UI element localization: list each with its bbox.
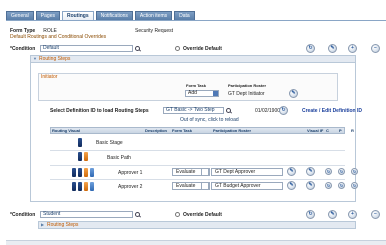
step2-visual-icon-3 [84, 182, 88, 191]
approver1-roster-button[interactable]: ✎ [287, 167, 296, 176]
row-divider [50, 165, 345, 166]
approver1-r-button[interactable]: ↻ [351, 168, 358, 175]
initiator-form-task-select[interactable]: Add [185, 90, 219, 97]
step2-visual-icon-1 [72, 182, 76, 191]
tab-general[interactable]: General [6, 11, 34, 20]
condition2-reload-button[interactable]: ↻ [306, 210, 315, 219]
col-form-task: Form Task [172, 128, 192, 133]
approver2-roster-field[interactable]: GT Budget Approver [211, 182, 283, 190]
approver2-roster-button[interactable]: ✎ [287, 181, 296, 190]
bottom-toolbar [6, 240, 386, 245]
condition-label: *Condition [10, 46, 36, 52]
initiator-title: Initiator [41, 74, 58, 80]
approver2-p-button[interactable]: ↻ [338, 182, 345, 189]
condition1-edit-button[interactable]: ✎ [328, 44, 337, 53]
col-description: Description [145, 128, 168, 133]
tab-routings[interactable]: Routings [61, 11, 94, 20]
condition1-reload-button[interactable]: ↻ [306, 44, 315, 53]
row-approver-2: Approver 2 [118, 184, 143, 190]
tab-pages[interactable]: Pages [35, 11, 60, 20]
override-default-radio-2[interactable] [175, 212, 180, 217]
section-title: Default Routings and Conditional Overrid… [10, 34, 107, 40]
col-p: P [339, 128, 342, 133]
stage-visual-icon [78, 138, 82, 147]
condition1-add-button[interactable]: + [348, 44, 357, 53]
tab-notifications[interactable]: Notifications [95, 11, 133, 20]
approver1-p-button[interactable]: ↻ [338, 168, 345, 175]
request-type: Security Request [135, 28, 174, 34]
condition2-label: *Condition [10, 212, 36, 218]
approver2-visual-if-button[interactable]: ✎ [306, 181, 315, 190]
col-visual-if: Visual IF [307, 128, 324, 133]
participation-roster-label: Participation Roster [228, 83, 267, 88]
col-r: R [351, 128, 354, 133]
tab-action-items[interactable]: Action items [134, 11, 173, 20]
load-definition-label: Select Definition ID to load Routing Ste… [50, 108, 149, 114]
condition2-input[interactable]: Student [40, 211, 133, 218]
row-basic-path: Basic Path [107, 155, 131, 161]
step2-visual-icon-4 [90, 182, 94, 191]
path-visual-icon-1 [78, 152, 82, 161]
definition-lookup-icon[interactable] [226, 108, 231, 113]
approver1-roster-field[interactable]: GT Dept Approver [211, 168, 283, 176]
tab-strip: General Pages Routings Notifications Act… [6, 11, 195, 20]
row-divider [50, 150, 345, 151]
form-task-label: Form Task [186, 83, 206, 88]
routing-steps-header-2[interactable]: Routing Steps [38, 221, 356, 229]
tab-data[interactable]: Data [174, 11, 195, 20]
definition-date: 01/02/1900 [255, 108, 281, 114]
approver1-visual-if-button[interactable]: ✎ [306, 167, 315, 176]
condition1-remove-button[interactable]: − [371, 44, 380, 53]
condition2-lookup-icon[interactable] [135, 212, 140, 217]
approver1-c-button[interactable]: ↻ [325, 168, 332, 175]
routing-grid-header [50, 127, 345, 134]
condition-lookup-icon[interactable] [135, 46, 140, 51]
condition-input[interactable]: Default [40, 45, 133, 52]
override-default-label-2: Override Default [183, 212, 222, 218]
row-basic-stage: Basic Stage [96, 140, 123, 146]
step1-visual-icon-3 [84, 168, 88, 177]
routing-steps-header[interactable]: Routing Steps [30, 55, 356, 63]
col-participation-roster: Participation Roster [213, 128, 252, 133]
step1-visual-icon-4 [90, 168, 94, 177]
condition2-remove-button[interactable]: − [371, 210, 380, 219]
path-visual-icon-2 [84, 152, 88, 161]
override-default-radio[interactable] [175, 46, 180, 51]
condition2-edit-button[interactable]: ✎ [328, 210, 337, 219]
initiator-roster-value: GT Dept Initiator [228, 91, 265, 97]
condition2-add-button[interactable]: + [348, 210, 357, 219]
row-approver-1: Approver 1 [118, 170, 143, 176]
step1-visual-icon-1 [72, 168, 76, 177]
col-c: C [326, 128, 329, 133]
sync-message: Out of sync, click to reload [180, 117, 239, 123]
create-edit-definition-link[interactable]: Create / Edit Definition ID [302, 108, 362, 114]
step2-visual-icon-2 [78, 182, 82, 191]
approver2-task-dropdown-icon[interactable] [201, 182, 209, 190]
approver1-task-dropdown-icon[interactable] [201, 168, 209, 176]
step1-visual-icon-2 [78, 168, 82, 177]
approver2-c-button[interactable]: ↻ [325, 182, 332, 189]
approver2-r-button[interactable]: ↻ [351, 182, 358, 189]
definition-id-input[interactable]: GT Basic -> Two Step [163, 107, 224, 114]
col-routing-visual: Routing Visual [52, 128, 80, 133]
tab-rule [6, 20, 386, 21]
initiator-roster-button[interactable]: ✎ [289, 89, 298, 98]
override-default-label: Override Default [183, 46, 222, 52]
definition-reload-button[interactable]: ↻ [279, 106, 288, 115]
row-divider [50, 179, 345, 180]
